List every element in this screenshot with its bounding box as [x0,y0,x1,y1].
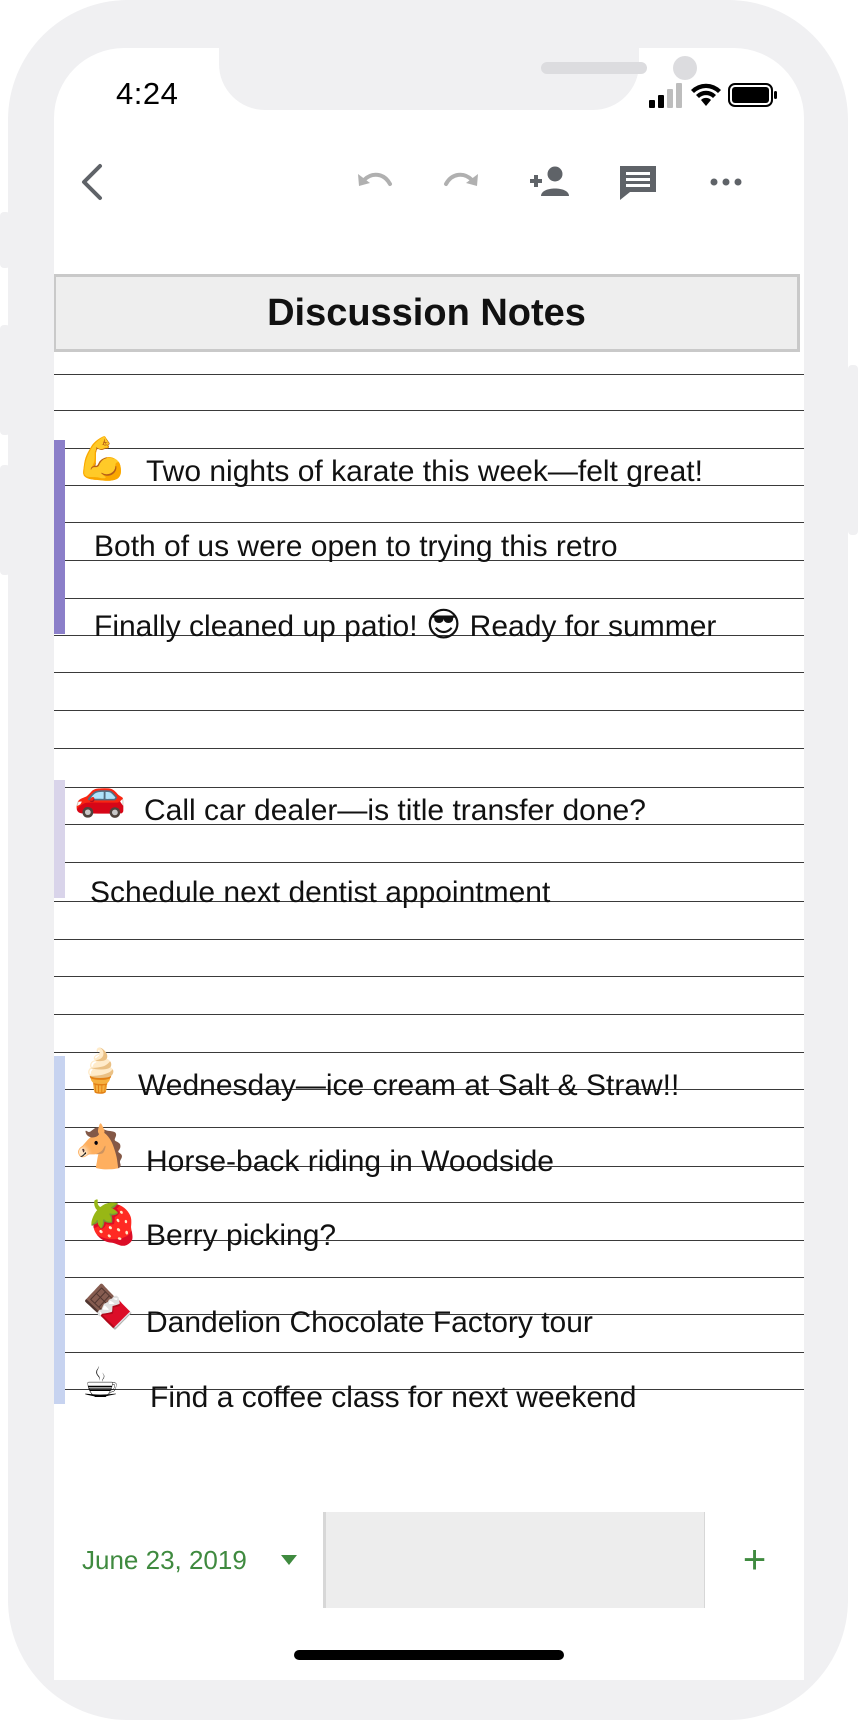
note-item[interactable]: Two nights of karate this week—felt grea… [146,455,703,489]
chocolate-bar-icon: 🍫 [82,1282,135,1331]
camera [673,56,697,80]
ruled-line [54,787,804,788]
side-button [848,365,858,535]
add-page-button[interactable]: + [704,1512,804,1608]
more-icon[interactable] [702,158,750,206]
page-tab-bar: June 23, 2019 + [54,1512,804,1608]
chevron-down-icon[interactable] [281,1555,297,1565]
ruled-line [54,672,804,673]
ruled-line [54,1352,804,1353]
plus-icon: + [742,1537,767,1582]
note-canvas[interactable]: Discussion Notes 💪 Two nights of karate … [54,274,804,1564]
note-item[interactable]: Find a coffee class for next weekend [150,1381,636,1415]
note-item[interactable]: Finally cleaned up patio! 😎 Ready for su… [94,605,716,645]
side-button [0,465,10,575]
ruled-line [54,1202,804,1203]
note-item[interactable]: Schedule next dentist appointment [90,876,550,910]
ruled-line [54,939,804,940]
ruled-line [54,1277,804,1278]
note-title[interactable]: Discussion Notes [54,274,800,352]
ruled-line [54,1014,804,1015]
notch [219,48,697,110]
date-label: June 23, 2019 [82,1544,247,1575]
add-person-icon[interactable] [526,158,574,206]
ruled-line [54,1127,804,1128]
group-color-bar [54,1056,65,1404]
ruled-line [54,710,804,711]
ruled-line [54,1052,804,1053]
ruled-line [54,410,804,411]
group-color-bar [54,440,65,634]
ruled-line [54,862,804,863]
ice-cream-icon: 🍦 [74,1046,127,1095]
undo-icon[interactable] [350,158,398,206]
note-text: Finally cleaned up patio! [94,610,426,643]
note-item[interactable]: Call car dealer—is title transfer done? [144,794,646,828]
note-item[interactable]: Dandelion Chocolate Factory tour [146,1306,593,1340]
note-item[interactable]: Wednesday—ice cream at Salt & Straw!! [138,1069,679,1103]
ruled-line [54,748,804,749]
ruled-line [54,374,804,375]
group-color-bar [54,780,65,898]
signal-icon [649,83,682,108]
redo-icon[interactable] [438,158,486,206]
ruled-line [54,522,804,523]
cool-face-icon: 😎 [425,605,462,645]
home-indicator[interactable] [294,1650,564,1660]
strawberry-icon: 🍓 [86,1198,139,1247]
comment-icon[interactable] [614,158,662,206]
side-button [0,212,10,268]
note-item[interactable]: Berry picking? [146,1219,336,1253]
status-time: 4:24 [116,76,179,111]
date-tab[interactable]: June 23, 2019 [54,1512,326,1608]
back-icon[interactable] [70,158,118,206]
ruled-line [54,976,804,977]
flexed-biceps-icon: 💪 [76,434,129,483]
ruled-line [54,448,804,449]
wifi-icon [691,83,721,106]
side-button [0,325,10,435]
note-text: Ready for summer [461,610,717,643]
status-icons [648,82,778,108]
note-item[interactable]: Horse-back riding in Woodside [146,1145,554,1179]
phone-screen: 4:24 Discussion Notes 💪 Two nights of ka… [54,48,804,1680]
speaker [541,62,647,74]
note-item[interactable]: Both of us were open to trying this retr… [94,530,618,564]
battery-icon [728,83,777,107]
ruled-line [54,598,804,599]
horse-icon: 🐴 [74,1122,127,1171]
car-icon: 🚗 [74,770,127,819]
coffee-icon: ☕ [82,1358,120,1407]
